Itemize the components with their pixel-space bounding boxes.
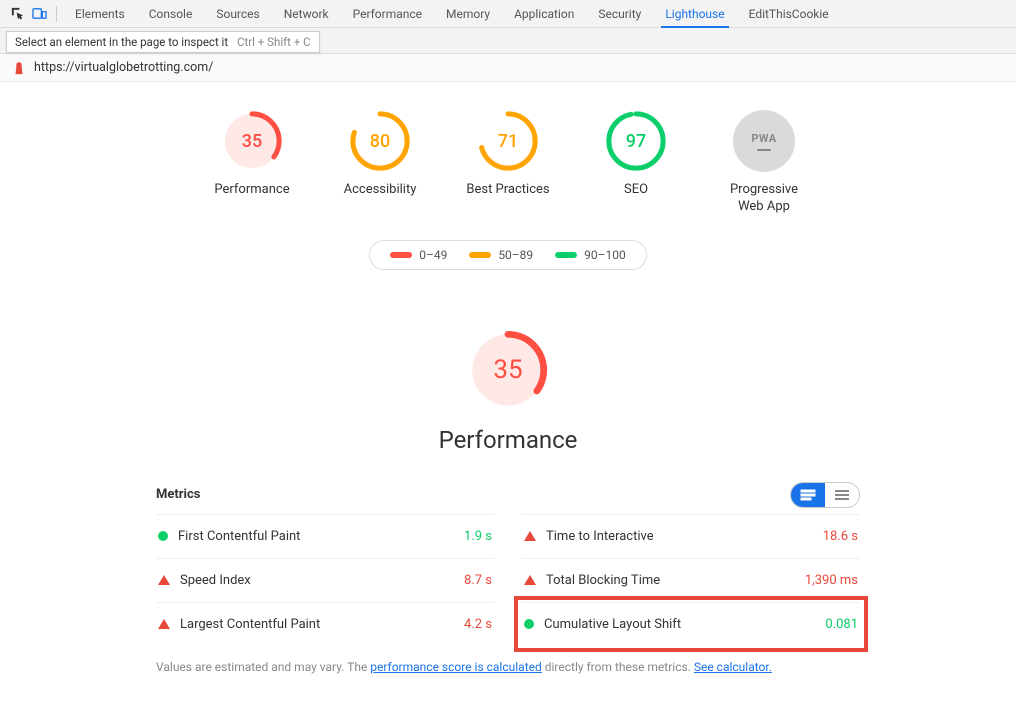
metrics-view-toggle[interactable] xyxy=(790,482,860,508)
metrics-heading: Metrics xyxy=(156,487,200,502)
metric-name: Total Blocking Time xyxy=(546,573,660,588)
metric-value: 1,390 ms xyxy=(805,573,858,588)
tab-sources[interactable]: Sources xyxy=(204,1,271,27)
inspect-tooltip: Select an element in the page to inspect… xyxy=(6,31,320,53)
performance-title: Performance xyxy=(439,426,578,454)
gauge-accessibility[interactable]: 80Accessibility xyxy=(334,110,426,216)
tooltip-row: Select an element in the page to inspect… xyxy=(0,28,1016,54)
gauge-label: Accessibility xyxy=(344,182,417,199)
metric-value: 18.6 s xyxy=(823,529,858,544)
metric-value: 0.081 xyxy=(825,617,858,632)
tab-lighthouse[interactable]: Lighthouse xyxy=(653,1,736,27)
metric-value: 4.2 s xyxy=(464,617,492,632)
status-bad-icon xyxy=(524,531,536,541)
inspect-element-icon[interactable] xyxy=(6,3,28,25)
legend-item: 0–49 xyxy=(390,248,447,262)
metric-value: 1.9 s xyxy=(464,529,492,544)
metric-name: Time to Interactive xyxy=(546,529,654,544)
tab-network[interactable]: Network xyxy=(272,1,341,27)
gauge-progressive-web-app[interactable]: PWAProgressive Web App xyxy=(718,110,810,216)
tooltip-text: Select an element in the page to inspect… xyxy=(15,35,228,49)
legend-item: 90–100 xyxy=(555,248,626,262)
view-toggle-compact[interactable] xyxy=(825,483,859,507)
metric-name: Cumulative Layout Shift xyxy=(544,617,681,632)
legend-item: 50–89 xyxy=(469,248,533,262)
metric-speed-index[interactable]: Speed Index 8.7 s xyxy=(156,558,494,602)
metrics-section: Metrics First Contentful Paint 1.9 s Time … xyxy=(156,482,860,646)
metric-largest-contentful-paint[interactable]: Largest Contentful Paint 4.2 s xyxy=(156,602,494,646)
tab-console[interactable]: Console xyxy=(137,1,205,27)
score-legend: 0–49 50–89 90–100 xyxy=(369,240,647,270)
tab-editthiscookie[interactable]: EditThisCookie xyxy=(737,1,841,27)
metric-name: Largest Contentful Paint xyxy=(180,617,320,632)
performance-section: 35 Performance xyxy=(0,328,1016,454)
tooltip-shortcut: Ctrl + Shift + C xyxy=(237,35,311,49)
status-bad-icon xyxy=(158,619,170,629)
metric-name: Speed Index xyxy=(180,573,251,588)
url-bar: https://virtualglobetrotting.com/ xyxy=(0,54,1016,82)
gauge-label: Progressive Web App xyxy=(718,182,810,216)
tab-memory[interactable]: Memory xyxy=(434,1,502,27)
status-good-icon xyxy=(158,531,168,541)
gauge-best-practices[interactable]: 71Best Practices xyxy=(462,110,554,216)
status-good-icon xyxy=(524,619,534,629)
tab-elements[interactable]: Elements xyxy=(63,1,137,27)
tab-performance[interactable]: Performance xyxy=(341,1,434,27)
metric-value: 8.7 s xyxy=(464,573,492,588)
tab-application[interactable]: Application xyxy=(502,1,586,27)
gauge-performance[interactable]: 35Performance xyxy=(206,110,298,216)
metric-first-contentful-paint[interactable]: First Contentful Paint 1.9 s xyxy=(156,514,494,558)
report-url: https://virtualglobetrotting.com/ xyxy=(34,60,213,75)
lighthouse-report: 35Performance80Accessibility71Best Pract… xyxy=(0,82,1016,714)
gauge-label: Performance xyxy=(214,182,289,199)
gauge-seo[interactable]: 97SEO xyxy=(590,110,682,216)
gauge-label: SEO xyxy=(624,182,648,199)
view-toggle-expanded[interactable] xyxy=(791,483,825,507)
metric-time-to-interactive[interactable]: Time to Interactive 18.6 s xyxy=(522,514,860,558)
device-toolbar-icon[interactable] xyxy=(28,3,50,25)
gauge-label: Best Practices xyxy=(466,182,549,199)
devtools-tabbar: ElementsConsoleSourcesNetworkPerformance… xyxy=(0,0,1016,28)
separator xyxy=(56,6,57,22)
metric-name: First Contentful Paint xyxy=(178,529,300,544)
performance-gauge: 35 xyxy=(466,328,550,412)
tab-security[interactable]: Security xyxy=(586,1,653,27)
status-bad-icon xyxy=(158,575,170,585)
category-gauges: 35Performance 80Accessibility 71Best Pract… xyxy=(0,110,1016,216)
lighthouse-icon xyxy=(12,61,26,75)
performance-score: 35 xyxy=(466,328,550,412)
status-bad-icon xyxy=(524,575,536,585)
metric-cumulative-layout-shift[interactable]: Cumulative Layout Shift 0.081 xyxy=(522,602,860,646)
metric-total-blocking-time[interactable]: Total Blocking Time 1,390 ms xyxy=(522,558,860,602)
